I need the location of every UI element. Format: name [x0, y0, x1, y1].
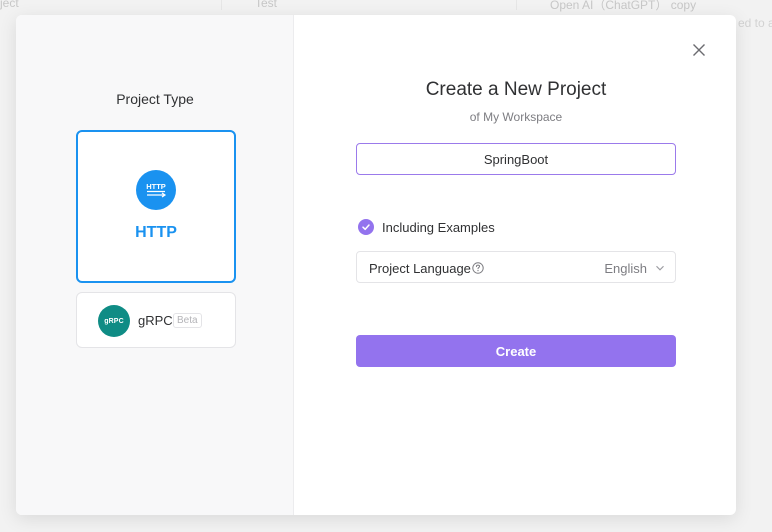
background-divider	[221, 0, 222, 10]
beta-badge: Beta	[173, 313, 202, 328]
dialog-subtitle: of My Workspace	[469, 110, 563, 124]
project-type-title: Project Type	[116, 91, 194, 107]
background-table-row: ject Test Open AI（ChatGPT） copy	[0, 0, 772, 14]
background-divider	[516, 0, 517, 10]
dialog-title: Create a New Project	[425, 79, 607, 100]
project-language-select[interactable]: Project Language English	[356, 251, 676, 283]
grpc-icon: gRPC	[98, 305, 130, 337]
check-icon	[362, 224, 370, 231]
close-icon	[693, 44, 705, 56]
chevron-down-icon	[656, 265, 664, 271]
http-icon-text: HTTP	[146, 182, 166, 191]
project-type-grpc-card[interactable]: gRPC gRPC Beta	[76, 292, 236, 348]
background-cell: Test	[255, 0, 278, 10]
project-name-input[interactable]	[356, 143, 676, 175]
create-project-modal: Project Type HTTP HTTP gRPC gRPC Beta Cr…	[16, 15, 736, 515]
grpc-icon-text: gRPC	[104, 317, 124, 325]
create-button[interactable]: Create	[356, 335, 676, 367]
project-type-pane: Project Type HTTP HTTP gRPC gRPC Beta	[16, 15, 294, 515]
project-language-label: Project Language	[369, 261, 471, 276]
project-type-http-card[interactable]: HTTP HTTP	[76, 130, 236, 283]
http-label: HTTP	[135, 224, 177, 241]
project-language-value: English	[604, 261, 647, 276]
grpc-label: gRPC	[138, 313, 173, 328]
including-examples-checkbox[interactable]	[358, 219, 374, 235]
background-cell: ject	[0, 0, 19, 10]
including-examples-checkbox-row[interactable]: Including Examples	[358, 218, 495, 236]
background-cell: Open AI（ChatGPT） copy	[550, 0, 697, 12]
close-button[interactable]	[690, 41, 708, 59]
background-side-text: ed to a	[738, 16, 772, 30]
http-icon: HTTP	[136, 170, 176, 210]
help-circle-icon[interactable]	[472, 262, 484, 274]
including-examples-label: Including Examples	[382, 219, 495, 235]
